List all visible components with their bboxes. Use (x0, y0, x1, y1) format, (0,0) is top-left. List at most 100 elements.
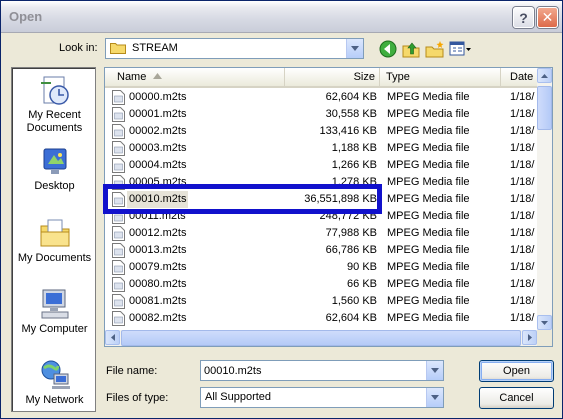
file-list[interactable]: Name Size Type Date 00000.m2ts 62,604 KB M… (104, 67, 553, 347)
file-row[interactable]: 00002.m2ts 133,416 KB MPEG Media file 1/18/ (105, 123, 537, 140)
help-button[interactable]: ? (513, 7, 534, 28)
cancel-button[interactable]: Cancel (479, 387, 554, 409)
file-size: 90 KB (347, 261, 377, 273)
file-date: 1/18/ (510, 261, 535, 273)
file-name-combo[interactable] (200, 360, 444, 381)
media-file-icon (112, 141, 125, 156)
place-label: Desktop (34, 180, 75, 192)
file-name: 00080.m2ts (129, 278, 187, 290)
horizontal-scroll-thumb[interactable] (121, 330, 521, 346)
up-folder-icon[interactable] (401, 39, 421, 59)
column-header-date[interactable]: Date (501, 68, 541, 86)
file-date: 1/18/ (510, 244, 535, 256)
media-file-icon (112, 175, 125, 190)
file-row[interactable]: 00003.m2ts 1,188 KB MPEG Media file 1/18/ (105, 140, 537, 157)
file-row[interactable]: 00010.m2ts 36,551,898 KB MPEG Media file 1/… (105, 191, 537, 208)
media-file-icon (112, 277, 125, 292)
media-file-icon (112, 209, 125, 224)
new-folder-icon[interactable] (425, 39, 445, 59)
column-date-label: Date (510, 71, 534, 83)
column-size-label: Size (353, 71, 375, 83)
back-icon[interactable] (378, 39, 398, 59)
place-desktop[interactable]: Desktop (12, 146, 97, 193)
column-header-type[interactable]: Type (380, 68, 501, 86)
horizontal-scrollbar[interactable] (105, 330, 537, 346)
file-name: 00004.m2ts (129, 159, 187, 171)
file-row[interactable]: 00080.m2ts 66 KB MPEG Media file 1/18/ (105, 276, 537, 293)
file-size: 248,772 KB (319, 210, 378, 222)
place-my-documents[interactable]: My Documents (12, 216, 97, 265)
file-type: MPEG Media file (387, 91, 470, 103)
column-type-label: Type (386, 71, 410, 83)
file-row[interactable]: 00012.m2ts 77,988 KB MPEG Media file 1/18/ (105, 225, 537, 242)
place-label: My Documents (17, 252, 92, 264)
look-in-dropdown-button[interactable] (346, 39, 363, 58)
column-header-size[interactable]: Size (285, 68, 380, 86)
files-of-type-dropdown[interactable]: All Supported (200, 387, 444, 408)
sort-ascending-icon (153, 73, 162, 79)
file-name-dropdown-button[interactable] (426, 361, 443, 380)
file-date: 1/18/ (510, 295, 535, 307)
vertical-scroll-thumb[interactable] (537, 86, 552, 130)
file-row[interactable]: 00005.m2ts 1,278 KB MPEG Media file 1/18/ (105, 174, 537, 191)
look-in-label: Look in: (59, 42, 98, 54)
vertical-scrollbar[interactable] (537, 68, 552, 330)
file-size: 30,558 KB (325, 108, 377, 120)
file-type: MPEG Media file (387, 312, 470, 324)
file-row[interactable]: 00081.m2ts 1,560 KB MPEG Media file 1/18/ (105, 293, 537, 310)
scroll-up-button[interactable] (537, 68, 552, 83)
column-name-label: Name (117, 71, 147, 83)
scroll-left-button[interactable] (105, 330, 120, 345)
file-size: 1,278 KB (331, 176, 377, 188)
chevron-down-icon (431, 368, 439, 373)
scroll-down-button[interactable] (537, 315, 552, 330)
file-type: MPEG Media file (387, 210, 470, 222)
file-type: MPEG Media file (387, 142, 470, 154)
files-of-type-value: All Supported (205, 391, 272, 403)
file-name: 00011.m2ts (129, 210, 186, 222)
media-file-icon (112, 294, 125, 309)
media-file-icon (112, 158, 125, 173)
file-type: MPEG Media file (387, 227, 470, 239)
file-type: MPEG Media file (387, 125, 470, 137)
place-my-computer[interactable]: My Computer (12, 287, 97, 336)
close-button[interactable]: ✕ (537, 7, 558, 28)
file-type: MPEG Media file (387, 244, 470, 256)
file-row[interactable]: 00000.m2ts 62,604 KB MPEG Media file 1/18/ (105, 89, 537, 106)
list-header: Name Size Type Date (105, 68, 537, 88)
file-size: 62,604 KB (325, 312, 377, 324)
file-name: 00002.m2ts (129, 125, 187, 137)
scrollbar-corner (537, 330, 552, 346)
look-in-dropdown[interactable]: STREAM (105, 38, 364, 59)
file-type: MPEG Media file (387, 193, 470, 205)
media-file-icon (112, 311, 125, 326)
files-of-type-dropdown-button[interactable] (426, 388, 443, 407)
file-size: 1,560 KB (331, 295, 377, 307)
help-icon: ? (519, 9, 528, 26)
place-my-network[interactable]: My Network (12, 358, 97, 407)
chevron-down-icon (351, 46, 359, 51)
column-header-name[interactable]: Name (105, 68, 285, 86)
media-file-icon (112, 226, 125, 241)
file-date: 1/18/ (510, 91, 535, 103)
file-date: 1/18/ (510, 312, 535, 324)
file-row[interactable]: 00001.m2ts 30,558 KB MPEG Media file 1/18/ (105, 106, 537, 123)
look-in-value: STREAM (132, 42, 178, 54)
file-row[interactable]: 00082.m2ts 62,604 KB MPEG Media file 1/18/ (105, 310, 537, 327)
file-row[interactable]: 00011.m2ts 248,772 KB MPEG Media file 1/18/ (105, 208, 537, 225)
file-name-input[interactable] (204, 363, 424, 378)
file-type: MPEG Media file (387, 108, 470, 120)
file-row[interactable]: 00013.m2ts 66,786 KB MPEG Media file 1/18/ (105, 242, 537, 259)
file-row[interactable]: 00004.m2ts 1,266 KB MPEG Media file 1/18/ (105, 157, 537, 174)
media-file-icon (112, 124, 125, 139)
open-button[interactable]: Open (479, 360, 554, 382)
file-name: 00001.m2ts (129, 108, 187, 120)
file-size: 66 KB (347, 278, 377, 290)
media-file-icon (112, 192, 125, 207)
views-menu-icon[interactable] (449, 39, 473, 59)
place-my-recent-documents[interactable]: My Recent Documents (12, 75, 97, 135)
file-row[interactable]: 00079.m2ts 90 KB MPEG Media file 1/18/ (105, 259, 537, 276)
scroll-right-button[interactable] (522, 330, 537, 345)
title-bar[interactable]: Open ? ✕ (1, 1, 562, 33)
chevron-up-icon (541, 73, 548, 78)
